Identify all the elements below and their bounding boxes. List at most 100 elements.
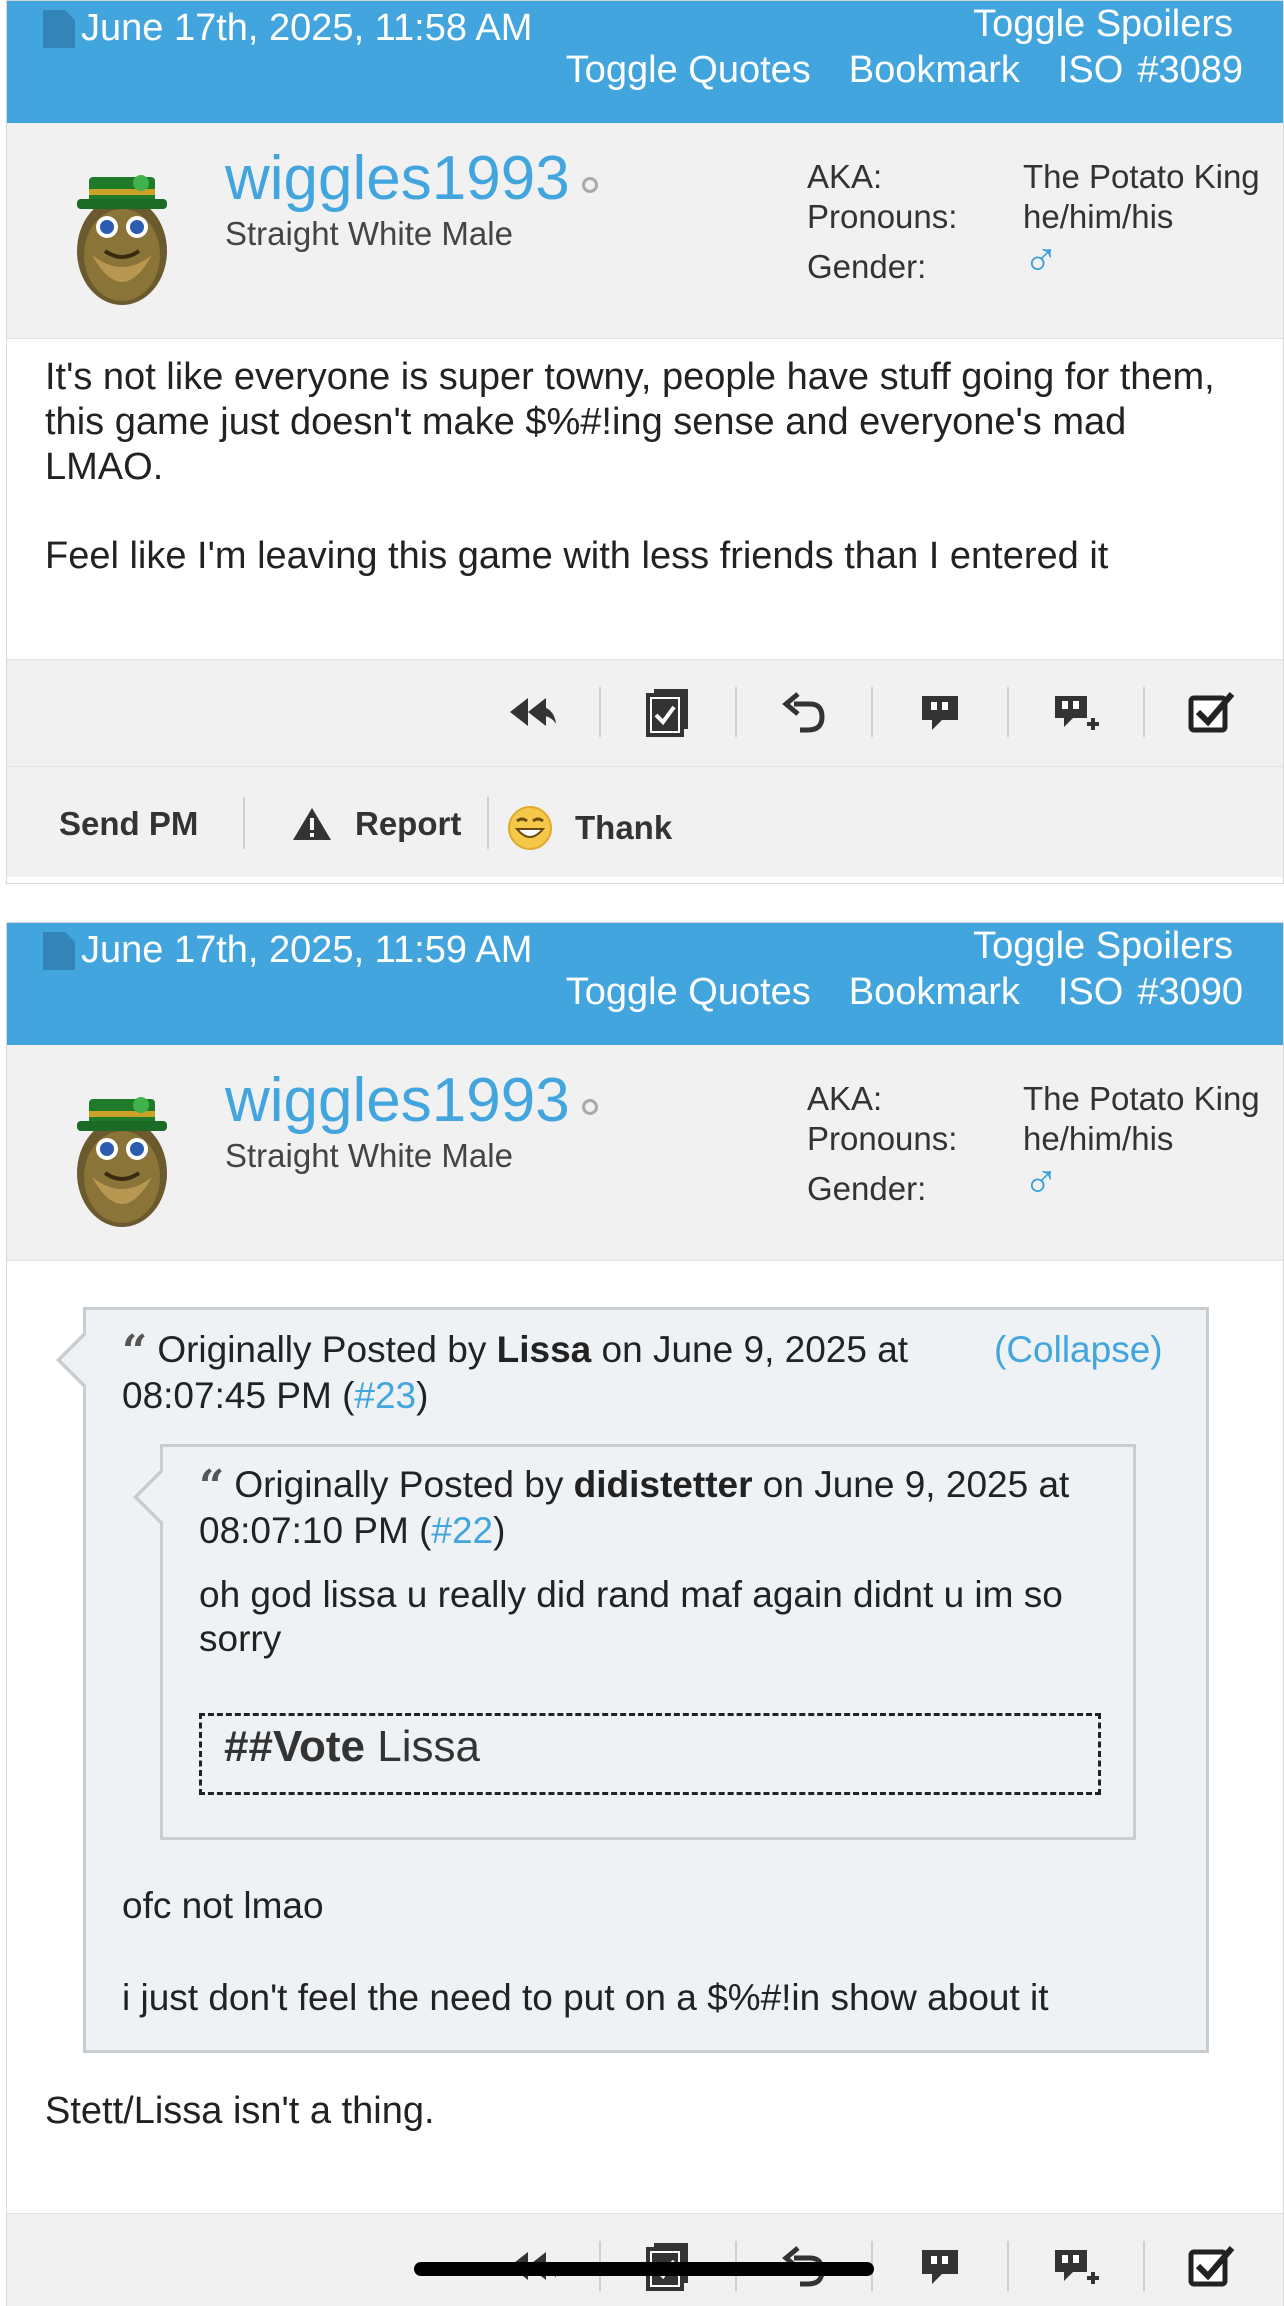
thank-button[interactable]: Thank: [507, 805, 672, 851]
post-number-link[interactable]: #3090: [1137, 971, 1243, 1014]
reply-all-icon[interactable]: [501, 682, 563, 742]
aka-label: AKA:: [807, 158, 883, 195]
divider: [243, 797, 245, 849]
quote-mark-icon: “: [122, 1326, 148, 1377]
quote-close-paren: ): [416, 1375, 429, 1416]
quote-post-link[interactable]: #22: [431, 1510, 493, 1551]
post-date-text: June 17th, 2025, 11:59 AM: [81, 929, 533, 971]
vote-box: ##Vote Lissa: [199, 1713, 1101, 1795]
send-pm-button[interactable]: Send PM: [59, 805, 198, 843]
user-meta-values: The Potato King he/him/his ♂: [1023, 157, 1260, 285]
avatar[interactable]: [67, 1081, 177, 1231]
toggle-quotes-link[interactable]: Toggle Quotes: [566, 49, 811, 92]
outer-quote: “Originally Posted by Lissa on June 9, 2…: [56, 1307, 1209, 2053]
username-text[interactable]: wiggles1993: [225, 143, 570, 214]
divider: [735, 687, 737, 737]
document-icon: [43, 9, 75, 48]
divider: [871, 687, 873, 737]
checkbox-icon[interactable]: [1181, 2236, 1243, 2296]
outer-quote-header: “Originally Posted by Lissa on June 9, 2…: [122, 1328, 1042, 1418]
pronouns-value: he/him/his: [1023, 1120, 1174, 1157]
quote-post-link[interactable]: #23: [354, 1375, 416, 1416]
quote-author[interactable]: Lissa: [497, 1329, 592, 1370]
aka-label: AKA:: [807, 1080, 883, 1117]
thank-label[interactable]: Thank: [575, 809, 672, 847]
avatar[interactable]: [67, 159, 177, 309]
quote-prefix: Originally Posted by: [157, 1329, 487, 1370]
post-header: June 17th, 2025, 11:58 AM Toggle Spoiler…: [7, 1, 1283, 123]
quote-bubble-icon[interactable]: [909, 682, 971, 742]
document-icon: [43, 931, 75, 970]
home-indicator[interactable]: [414, 2262, 874, 2276]
collapse-link[interactable]: (Collapse): [994, 1328, 1163, 1372]
quote-date: on June 9, 2025 at: [601, 1329, 909, 1370]
divider: [1143, 687, 1145, 737]
user-title: Straight White Male: [225, 215, 513, 252]
divider: [1007, 687, 1009, 737]
quote-time: 08:07:45 PM (: [122, 1375, 355, 1416]
toggle-spoilers-link[interactable]: Toggle Spoilers: [973, 925, 1233, 968]
aka-value: The Potato King: [1023, 158, 1260, 195]
male-gender-icon: ♂: [1023, 1154, 1059, 1207]
male-gender-icon: ♂: [1023, 232, 1059, 285]
warning-icon: [293, 808, 331, 840]
offline-status-icon: [581, 1098, 598, 1115]
post-paragraph: Feel like I'm leaving this game with les…: [45, 535, 1109, 577]
outer-quote-body: i just don't feel the need to put on a $…: [122, 1977, 1049, 2018]
post-number-link[interactable]: #3089: [1137, 49, 1243, 92]
user-meta-labels: AKA: Pronouns: Gender:: [807, 157, 957, 287]
inner-quote-body: oh god lissa u really did rand maf again…: [199, 1574, 1063, 1659]
toggle-quotes-link[interactable]: Toggle Quotes: [566, 971, 811, 1014]
quote-prefix: Originally Posted by: [234, 1464, 564, 1505]
quote-bubble-icon[interactable]: [909, 2236, 971, 2296]
post-date: June 17th, 2025, 11:59 AM: [43, 929, 532, 972]
pronouns-value: he/him/his: [1023, 198, 1174, 235]
gender-label: Gender:: [807, 1170, 927, 1207]
outer-quote-body: ofc not lmao: [122, 1885, 324, 1926]
user-meta-labels: AKA: Pronouns: Gender:: [807, 1079, 957, 1209]
post-date-text: June 17th, 2025, 11:58 AM: [81, 7, 533, 49]
bookmark-link[interactable]: Bookmark: [849, 971, 1020, 1014]
user-info-bar: wiggles1993 Straight White Male AKA: Pro…: [7, 123, 1283, 339]
post-3089: June 17th, 2025, 11:58 AM Toggle Spoiler…: [6, 0, 1284, 884]
aka-value: The Potato King: [1023, 1080, 1260, 1117]
vote-target: Lissa: [377, 1722, 480, 1771]
divider: [1007, 2241, 1009, 2291]
user-title: Straight White Male: [225, 1137, 513, 1174]
report-button[interactable]: Report: [291, 805, 461, 843]
quote-add-icon[interactable]: [1045, 682, 1107, 742]
pronouns-label: Pronouns:: [807, 1120, 958, 1157]
inner-quote-header: “Originally Posted by didistetter on Jun…: [199, 1463, 1079, 1553]
multi-quote-icon[interactable]: [637, 682, 699, 742]
gender-label: Gender:: [807, 248, 927, 285]
checkbox-icon[interactable]: [1181, 682, 1243, 742]
post-action-bar: [7, 2213, 1283, 2306]
pronouns-label: Pronouns:: [807, 198, 958, 235]
user-info-bar: wiggles1993 Straight White Male AKA: Pro…: [7, 1045, 1283, 1261]
post-paragraph: Stett/Lissa isn't a thing.: [45, 2090, 435, 2132]
undo-reply-icon[interactable]: [773, 682, 835, 742]
send-pm-label[interactable]: Send PM: [59, 805, 198, 843]
username-link[interactable]: wiggles1993: [225, 1065, 598, 1136]
quote-mark-icon: “: [199, 1461, 225, 1512]
smiley-icon: [508, 806, 552, 850]
toggle-spoilers-link[interactable]: Toggle Spoilers: [973, 3, 1233, 46]
post-header: June 17th, 2025, 11:59 AM Toggle Spoiler…: [7, 923, 1283, 1045]
iso-link[interactable]: ISO: [1058, 49, 1123, 92]
post-paragraph: It's not like everyone is super towny, p…: [45, 356, 1215, 488]
divider: [599, 687, 601, 737]
report-label[interactable]: Report: [355, 805, 461, 843]
post-3090: June 17th, 2025, 11:59 AM Toggle Spoiler…: [6, 922, 1284, 2306]
quote-close-paren: ): [493, 1510, 506, 1551]
username-text[interactable]: wiggles1993: [225, 1065, 570, 1136]
offline-status-icon: [581, 176, 598, 193]
username-link[interactable]: wiggles1993: [225, 143, 598, 214]
user-meta-values: The Potato King he/him/his ♂: [1023, 1079, 1260, 1207]
vote-label: ##Vote: [224, 1722, 366, 1771]
post-body: It's not like everyone is super towny, p…: [7, 339, 1283, 659]
quote-author[interactable]: didistetter: [574, 1464, 753, 1505]
iso-link[interactable]: ISO: [1058, 971, 1123, 1014]
bookmark-link[interactable]: Bookmark: [849, 49, 1020, 92]
quote-add-icon[interactable]: [1045, 2236, 1107, 2296]
post-body: Stett/Lissa isn't a thing.: [7, 2089, 473, 2134]
